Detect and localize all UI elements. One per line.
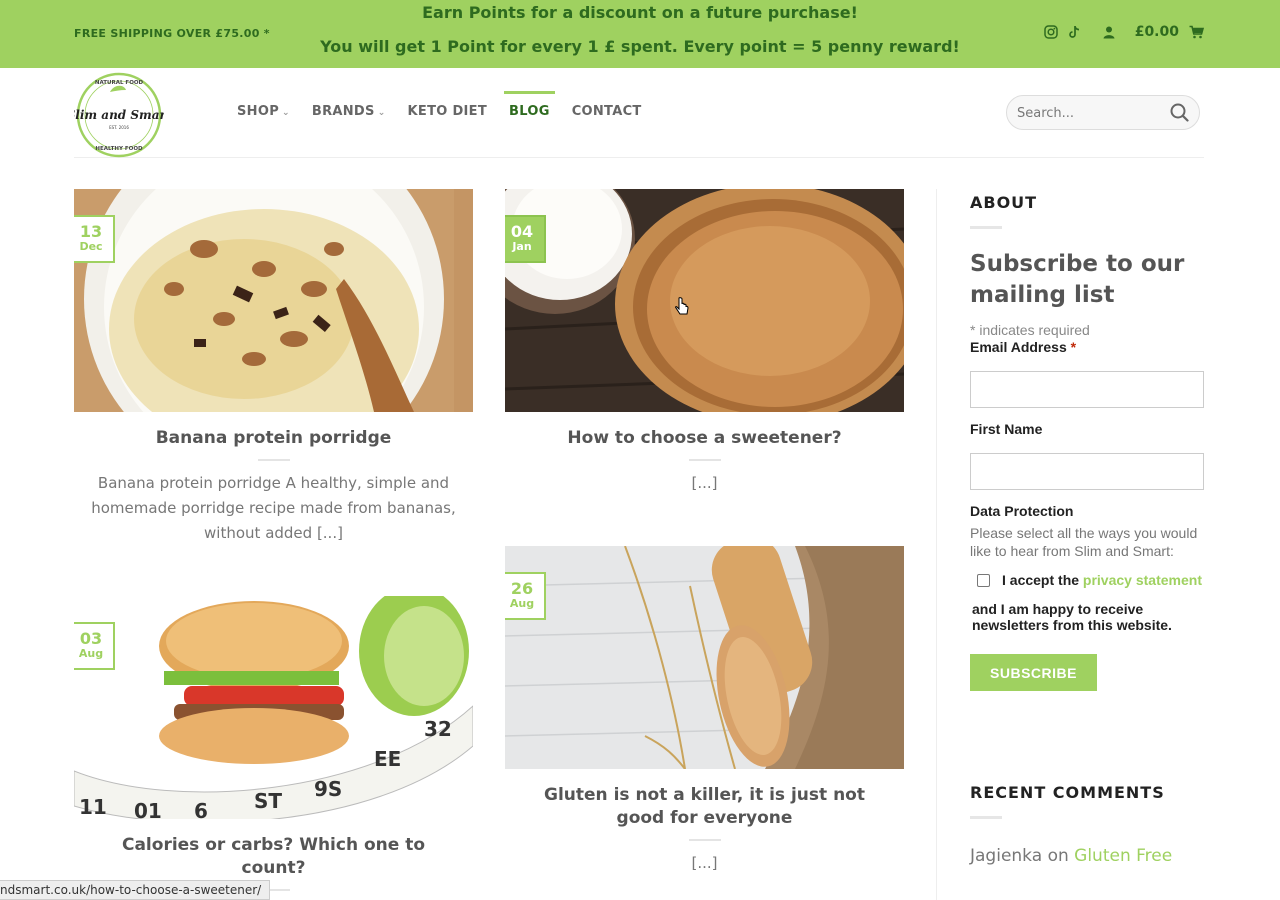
post-date-month: Aug (509, 597, 535, 610)
widget-divider (970, 226, 1002, 229)
required-star: * (1070, 339, 1077, 355)
email-label: Email Address * (970, 339, 1204, 355)
user-icon[interactable] (1103, 26, 1115, 39)
post-excerpt: [...] (691, 854, 718, 872)
privacy-statement-link[interactable]: privacy statement (1083, 572, 1202, 588)
comment-post-link[interactable]: Gluten Free (1074, 846, 1172, 866)
blog-post-card[interactable]: 11 01 6 ST 9S EE 32 03 Aug Calories or carbs? … (74, 596, 473, 900)
svg-text:EST. 2016: EST. 2016 (109, 125, 129, 130)
email-label-text: Email Address (970, 339, 1067, 355)
points-promo-headline: Earn Points for a discount on a future p… (422, 3, 858, 22)
nav-keto-diet[interactable]: KETO DIET (397, 104, 498, 119)
mouse-cursor-icon (675, 297, 689, 317)
recent-comment-item: Jagienka on Gluten Free (970, 846, 1204, 866)
about-widget-title: ABOUT (970, 193, 1038, 212)
nav-brands[interactable]: BRANDS ⌄ (301, 104, 397, 119)
first-name-label: First Name (970, 421, 1043, 437)
data-protection-label: Data Protection (970, 503, 1074, 519)
svg-text:32: 32 (424, 717, 452, 741)
newsletter-consent-text: and I am happy to receive newsletters fr… (972, 601, 1172, 633)
post-date-badge: 03 Aug (74, 622, 115, 670)
svg-text:HEALTHY FOOD: HEALTHY FOOD (95, 146, 143, 152)
first-name-field[interactable] (970, 453, 1204, 490)
widget-divider (970, 816, 1002, 819)
title-divider (257, 459, 290, 461)
svg-text:9S: 9S (314, 777, 342, 801)
nav-blog[interactable]: BLOG (498, 91, 561, 119)
recent-comments-title: RECENT COMMENTS (970, 783, 1165, 802)
post-date-day: 13 (79, 222, 103, 241)
site-header: Slim and Smart EST. 2016 NATURAL FOOD HE… (67, 68, 1204, 160)
blog-post-card[interactable]: 13 Dec Banana protein porridge Banana pr… (74, 189, 473, 546)
post-title[interactable]: How to choose a sweetener? (505, 427, 904, 450)
topbar-actions: £0.00 (1043, 24, 1204, 40)
blog-post-card[interactable]: 26 Aug Gluten is not a killer, it is jus… (505, 546, 904, 876)
search-icon[interactable] (1170, 103, 1189, 126)
post-excerpt: Banana protein porridge A healthy, simpl… (91, 474, 456, 542)
required-note: * indicates required (970, 322, 1090, 338)
chevron-down-icon: ⌄ (377, 108, 386, 118)
post-image-porridge[interactable]: 13 Dec (74, 189, 473, 412)
nav-contact[interactable]: CONTACT (561, 104, 653, 119)
cart-icon[interactable] (1189, 25, 1204, 39)
svg-text:01: 01 (134, 799, 162, 819)
search-input[interactable] (1017, 102, 1167, 124)
privacy-checkbox[interactable] (977, 573, 990, 587)
post-title[interactable]: Gluten is not a killer, it is just not g… (505, 784, 904, 830)
slim-and-smart-logo[interactable]: Slim and Smart EST. 2016 NATURAL FOOD HE… (67, 70, 172, 160)
email-field[interactable] (970, 371, 1204, 408)
cart-total[interactable]: £0.00 (1135, 24, 1179, 40)
nav-shop[interactable]: SHOP ⌄ (226, 104, 301, 119)
post-date-day: 04 (510, 222, 534, 241)
instagram-icon[interactable] (1043, 25, 1058, 39)
svg-text:11: 11 (79, 795, 107, 819)
svg-text:Slim and Smart: Slim and Smart (74, 108, 164, 122)
post-date-day: 03 (79, 629, 103, 648)
accept-prefix: I accept the (1002, 572, 1080, 588)
search-box (1006, 95, 1200, 130)
svg-text:EE: EE (374, 747, 401, 771)
subscribe-heading: Subscribe to our mailing list (970, 251, 1185, 308)
tiktok-icon[interactable] (1068, 25, 1081, 39)
post-date-badge: 04 Jan (505, 215, 546, 263)
main-nav: SHOP ⌄ BRANDS ⌄ KETO DIET BLOG CONTACT (226, 91, 653, 119)
title-divider (688, 839, 721, 841)
post-date-day: 26 (510, 579, 534, 598)
sidebar: ABOUT Subscribe to our mailing list * in… (936, 189, 1216, 900)
post-excerpt: [...] (691, 474, 718, 492)
browser-status-bar: ndsmart.co.uk/how-to-choose-a-sweetener/ (0, 880, 271, 900)
post-date-badge: 26 Aug (505, 572, 546, 620)
comment-author: Jagienka (970, 846, 1043, 866)
post-title[interactable]: Banana protein porridge (74, 427, 473, 450)
svg-text:NATURAL FOOD: NATURAL FOOD (95, 80, 144, 86)
title-divider (688, 459, 721, 461)
svg-text:6: 6 (194, 799, 208, 819)
post-image-bread[interactable]: 26 Aug (505, 546, 904, 769)
comment-on: on (1047, 846, 1069, 866)
post-image-sweetener[interactable]: 04 Jan (505, 189, 904, 412)
chevron-down-icon: ⌄ (282, 108, 290, 118)
data-protection-text: Please select all the ways you would lik… (970, 525, 1198, 559)
subscribe-button[interactable]: SUBSCRIBE (970, 654, 1097, 691)
nav-brands-label: BRANDS (311, 104, 375, 119)
post-date-badge: 13 Dec (74, 215, 115, 263)
post-title[interactable]: Calories or carbs? Which one to count? (74, 834, 473, 880)
svg-text:ST: ST (254, 789, 282, 813)
post-date-month: Jan (512, 240, 532, 253)
post-image-burger[interactable]: 11 01 6 ST 9S EE 32 03 Aug (74, 596, 473, 819)
privacy-consent-row: I accept the privacy statement (970, 572, 1204, 588)
post-date-month: Dec (79, 240, 103, 253)
nav-shop-label: SHOP (237, 104, 280, 119)
top-bar: FREE SHIPPING OVER £75.00 * Earn Points … (0, 0, 1280, 68)
post-date-month: Aug (78, 647, 104, 660)
blog-post-card[interactable]: 04 Jan How to choose a sweetener? [...] (505, 189, 904, 496)
